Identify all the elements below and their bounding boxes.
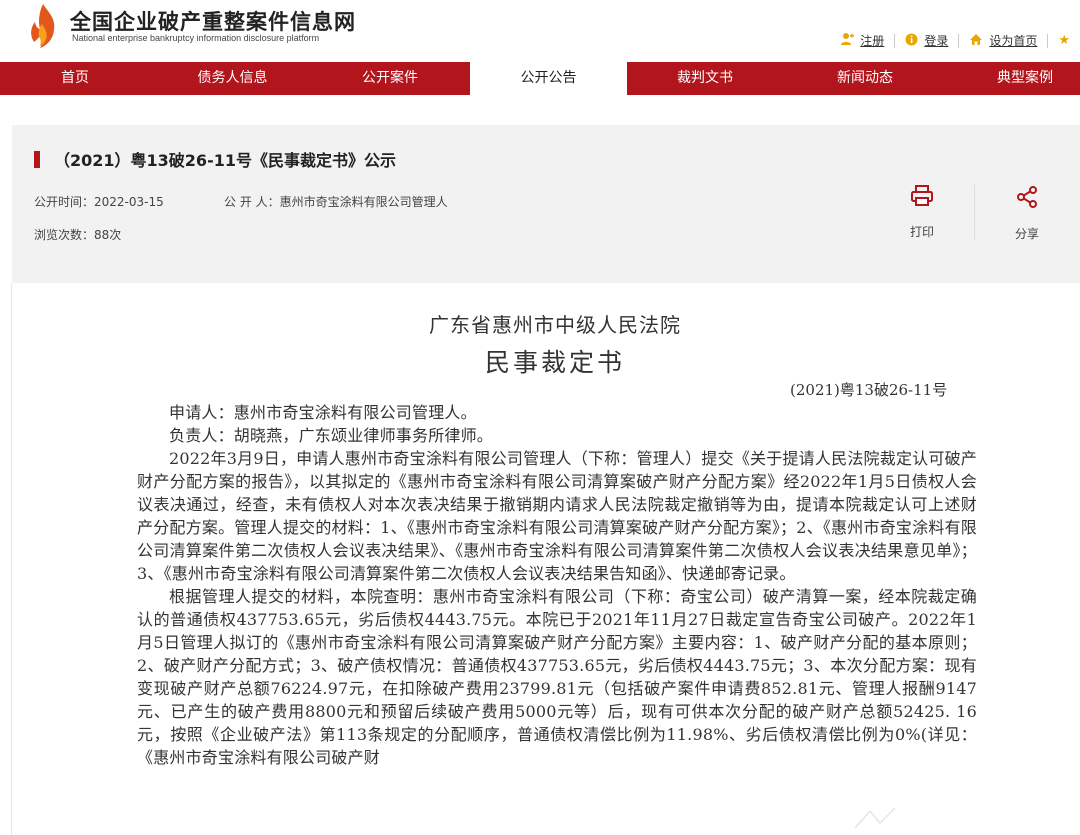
views-label: 浏览次数：: [34, 228, 95, 242]
nav-debtor-info[interactable]: 债务人信息: [180, 62, 285, 95]
printer-icon: [911, 185, 933, 206]
divider: [1047, 33, 1049, 48]
print-button[interactable]: 打印: [897, 185, 947, 240]
nav-home[interactable]: 首页: [25, 62, 125, 95]
set-homepage-link[interactable]: 设为首页: [969, 32, 1037, 49]
user-plus-icon: [840, 32, 855, 49]
notice-info-panel: （2021）粤13破26-11号《民事裁定书》公示 公开时间：2022-03-1…: [12, 125, 1080, 283]
publisher-value: 惠州市奇宝涂料有限公司管理人: [279, 195, 448, 209]
site-title: 全国企业破产重整案件信息网: [70, 10, 356, 34]
share-icon: [1017, 186, 1037, 208]
view-count: 浏览次数：88次: [34, 226, 121, 243]
publish-time: 公开时间：2022-03-15: [34, 193, 164, 210]
publisher-label: 公 开 人：: [224, 195, 280, 209]
register-label: 注册: [860, 34, 885, 48]
nav-judgments[interactable]: 裁判文书: [655, 62, 755, 95]
share-button[interactable]: 分享: [1002, 185, 1052, 242]
document-type: 民事裁定书: [484, 348, 625, 377]
site-header: 全国企业破产重整案件信息网 National enterprise bankru…: [0, 0, 1080, 62]
divider: [958, 33, 960, 48]
print-label: 打印: [909, 225, 934, 239]
share-label: 分享: [1014, 227, 1039, 241]
notice-title-text: （2021）粤13破26-11号《民事裁定书》公示: [54, 151, 396, 170]
top-links: 注册 登录 设为首页 ★: [840, 32, 1070, 49]
home-icon: [969, 33, 983, 49]
main-nav: 首页 债务人信息 公开案件 公开公告 裁判文书 新闻动态 典型案例: [0, 62, 1080, 95]
principal-line: 负责人：胡晓燕，广东颂业律师事务所律师。: [169, 426, 494, 445]
info-icon: [905, 33, 918, 49]
divider: [894, 33, 896, 48]
paragraph-1: 2022年3月9日，申请人惠州市奇宝涂料有限公司管理人（下称：管理人）提交《关于…: [137, 449, 977, 583]
star-icon[interactable]: ★: [1058, 33, 1070, 48]
register-link[interactable]: 注册: [840, 32, 884, 49]
nav-public-notices[interactable]: 公开公告: [470, 62, 627, 95]
applicant-line: 申请人：惠州市奇宝涂料有限公司管理人。: [169, 403, 477, 422]
publish-time-value: 2022-03-15: [94, 195, 164, 209]
court-name: 广东省惠州市中级人民法院: [429, 313, 681, 337]
case-number: (2021)粤13破26-11号: [790, 381, 948, 399]
title-marker: [34, 150, 40, 168]
set-homepage-label: 设为首页: [989, 34, 1038, 48]
login-label: 登录: [924, 34, 949, 48]
action-divider: [974, 185, 975, 241]
nav-public-cases[interactable]: 公开案件: [340, 62, 440, 95]
nav-news[interactable]: 新闻动态: [815, 62, 915, 95]
notice-title: （2021）粤13破26-11号《民事裁定书》公示: [34, 147, 396, 171]
publisher: 公 开 人：惠州市奇宝涂料有限公司管理人: [224, 193, 448, 210]
site-subtitle: National enterprise bankruptcy informati…: [72, 33, 320, 43]
watermark-icon: [854, 807, 896, 829]
ruling-document: 广东省惠州市中级人民法院 民事裁定书 (2021)粤13破26-11号 申请人：…: [0, 283, 1080, 835]
views-value: 88次: [94, 228, 122, 242]
flame-logo-icon[interactable]: [26, 2, 60, 50]
document-body: 申请人：惠州市奇宝涂料有限公司管理人。 负责人：胡晓燕，广东颂业律师事务所律师。…: [137, 401, 977, 769]
paragraph-2: 根据管理人提交的材料，本院查明：惠州市奇宝涂料有限公司（下称：奇宝公司）破产清算…: [137, 587, 977, 767]
publish-time-label: 公开时间：: [34, 195, 95, 209]
nav-typical-cases[interactable]: 典型案例: [975, 62, 1075, 95]
login-link[interactable]: 登录: [905, 32, 948, 49]
